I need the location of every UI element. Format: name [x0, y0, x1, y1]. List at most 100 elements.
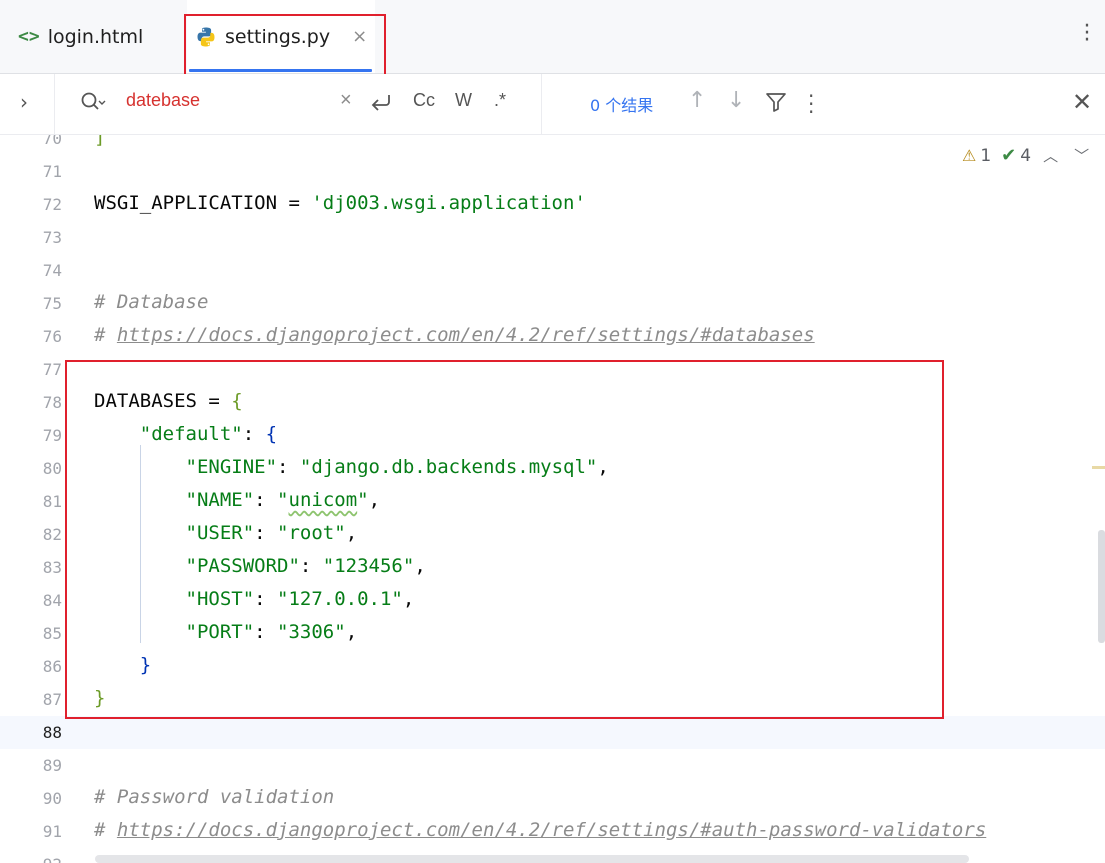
- line-number: 87: [42, 690, 62, 709]
- clear-search-icon[interactable]: ×: [340, 89, 352, 112]
- search-results-count: 0 个结果: [590, 96, 654, 115]
- code-line[interactable]: 83 "PASSWORD": "123456",: [0, 551, 1105, 584]
- code-token: #: [94, 324, 117, 346]
- new-line-icon[interactable]: [369, 92, 393, 114]
- filter-icon[interactable]: [765, 91, 787, 113]
- close-tab-icon[interactable]: ×: [352, 26, 367, 47]
- code-token: ,: [414, 555, 426, 577]
- code-token: #: [94, 819, 117, 841]
- code-token: "127.0.0.1": [277, 588, 403, 610]
- inspection-widget[interactable]: ⚠ 1 ✔ 4 ︿ ﹀: [962, 145, 1089, 166]
- code-token: "HOST": [185, 588, 255, 610]
- line-number: 73: [42, 228, 62, 247]
- line-number: 82: [42, 525, 62, 544]
- code-text: "default": {: [94, 423, 277, 445]
- code-token: ,: [368, 489, 381, 511]
- code-token: }: [94, 687, 106, 709]
- line-number: 70: [42, 135, 62, 148]
- code-text: WSGI_APPLICATION = 'dj003.wsgi.applicati…: [94, 192, 586, 214]
- code-line[interactable]: 81 "NAME": "unicom",: [0, 485, 1105, 518]
- code-line[interactable]: 73: [0, 221, 1105, 254]
- code-text: "NAME": "unicom",: [94, 489, 381, 511]
- line-number: 81: [42, 492, 62, 511]
- search-input[interactable]: datebase: [126, 90, 200, 111]
- code-token: "django.db.backends.mysql": [299, 456, 598, 478]
- find-more-options-icon[interactable]: · · ·: [808, 86, 814, 122]
- code-line[interactable]: 76 # https://docs.djangoproject.com/en/4.…: [0, 320, 1105, 353]
- code-line[interactable]: 82 "USER": "root",: [0, 518, 1105, 551]
- code-line[interactable]: 85 "PORT": "3306",: [0, 617, 1105, 650]
- code-token: :: [242, 423, 266, 445]
- code-line[interactable]: 89: [0, 749, 1105, 782]
- code-text: DATABASES = {: [94, 390, 243, 412]
- python-file-icon: [197, 27, 215, 46]
- divider: [541, 74, 542, 134]
- code-token: {: [265, 423, 278, 445]
- next-highlight-icon[interactable]: ﹀: [1074, 145, 1089, 166]
- code-text: "PASSWORD": "123456",: [94, 555, 426, 577]
- code-text: # https://docs.djangoproject.com/en/4.2/…: [94, 324, 815, 346]
- code-line[interactable]: 86 }: [0, 650, 1105, 683]
- code-token: :: [277, 456, 300, 478]
- next-occurrence-icon[interactable]: ↓: [727, 88, 745, 113]
- code-line[interactable]: 77: [0, 353, 1105, 386]
- code-text: "ENGINE": "django.db.backends.mysql",: [94, 456, 609, 478]
- line-number: 83: [42, 558, 62, 577]
- editor-tab-bar: <> login.html settings.py × · · ·: [0, 0, 1105, 74]
- previous-occurrence-icon[interactable]: ↑: [688, 88, 706, 113]
- code-token: "PORT": [185, 621, 255, 643]
- code-line[interactable]: 71: [0, 155, 1105, 188]
- tab-login-html[interactable]: <> login.html: [18, 0, 143, 73]
- code-line[interactable]: 80 "ENGINE": "django.db.backends.mysql",: [0, 452, 1105, 485]
- code-line[interactable]: 75 # Database: [0, 287, 1105, 320]
- whole-words-button[interactable]: W: [455, 90, 472, 111]
- tab-label: settings.py: [225, 25, 331, 48]
- code-editor[interactable]: 70] 71 72 WSGI_APPLICATION = 'dj003.wsgi.ap…: [0, 135, 1105, 863]
- code-line[interactable]: 79 "default": {: [0, 419, 1105, 452]
- current-code-line[interactable]: 88: [0, 716, 1105, 749]
- code-token: ": [277, 489, 289, 511]
- code-line[interactable]: 78 DATABASES = {: [0, 386, 1105, 419]
- code-line[interactable]: 91 # https://docs.djangoproject.com/en/4.…: [0, 815, 1105, 848]
- error-stripe-marker[interactable]: [1092, 466, 1105, 469]
- code-line[interactable]: 74: [0, 254, 1105, 287]
- code-text: ]: [94, 135, 105, 148]
- line-number: 80: [42, 459, 62, 478]
- code-token: # Database: [94, 291, 209, 313]
- code-text: "USER": "root",: [94, 522, 358, 544]
- tab-settings-py[interactable]: settings.py ×: [187, 0, 375, 73]
- code-line[interactable]: 87}: [0, 683, 1105, 716]
- code-text: }: [94, 654, 151, 676]
- code-token: :: [299, 555, 323, 577]
- active-tab-indicator: [189, 69, 372, 72]
- code-token: https://docs.djangoproject.com/en/4.2/re…: [116, 324, 815, 346]
- line-number: 88: [42, 723, 62, 742]
- expand-replace-icon[interactable]: ›: [20, 90, 28, 114]
- code-text: # https://docs.djangoproject.com/en/4.2/…: [94, 819, 986, 841]
- divider: [54, 74, 55, 134]
- code-line[interactable]: 84 "HOST": "127.0.0.1",: [0, 584, 1105, 617]
- regex-button[interactable]: .*: [494, 90, 506, 111]
- code-line[interactable]: 72 WSGI_APPLICATION = 'dj003.wsgi.applica…: [0, 188, 1105, 221]
- match-case-button[interactable]: Cc: [413, 90, 435, 111]
- line-number: 75: [42, 294, 62, 313]
- code-token: "NAME": [185, 489, 255, 511]
- close-find-bar-icon[interactable]: ✕: [1072, 88, 1092, 116]
- line-number: 91: [42, 822, 62, 841]
- code-token: :: [254, 522, 278, 544]
- code-line[interactable]: 90 # Password validation: [0, 782, 1105, 815]
- line-number: 89: [42, 756, 62, 775]
- indent-guide: [140, 445, 141, 643]
- horizontal-scrollbar[interactable]: [95, 855, 969, 863]
- more-options-icon[interactable]: · · ·: [1083, 16, 1091, 52]
- code-token: :: [254, 588, 278, 610]
- code-text: "PORT": "3306",: [94, 621, 358, 643]
- line-number: 85: [42, 624, 62, 643]
- vertical-scrollbar[interactable]: [1098, 530, 1105, 643]
- code-token: WSGI_APPLICATION =: [94, 192, 312, 214]
- line-number: 76: [42, 327, 62, 346]
- search-history-icon[interactable]: [80, 90, 106, 116]
- previous-highlight-icon[interactable]: ︿: [1043, 145, 1058, 166]
- code-line[interactable]: 70]: [0, 135, 1105, 155]
- code-text: }: [94, 687, 105, 709]
